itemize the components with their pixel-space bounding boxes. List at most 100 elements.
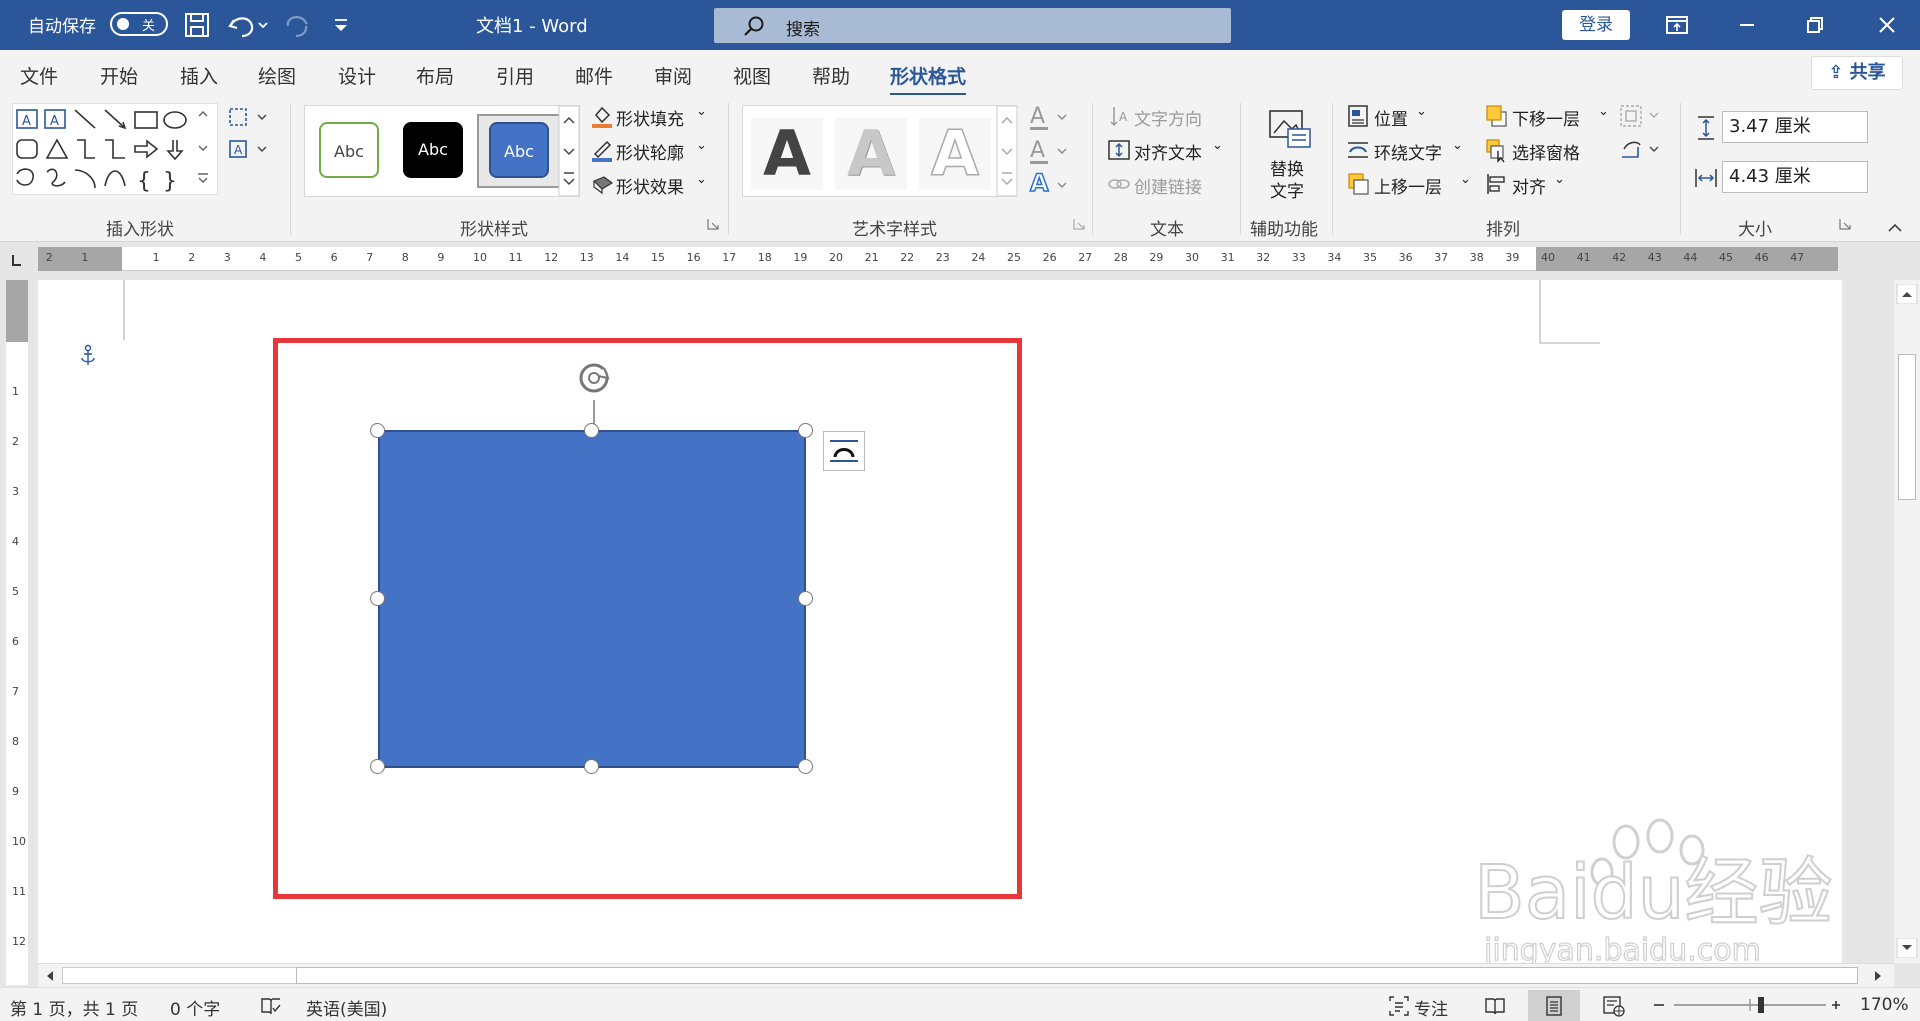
search-box[interactable]: 搜索 [714, 8, 1231, 43]
vertical-scrollbar[interactable] [1894, 280, 1920, 963]
scroll-up-icon[interactable] [1894, 284, 1920, 304]
horizontal-ruler[interactable]: 2 1 1 2 3 4 5 6 7 8 9 10 11 12 13 14 15 16 17 18 19 20 21 22 23 2… [38, 247, 1838, 271]
selection-pane-button[interactable]: 选择窗格 [1512, 139, 1580, 164]
shape-outline-button[interactable]: 形状轮廓 [616, 139, 684, 164]
wordart-style-gray[interactable]: A [835, 118, 907, 190]
rotate-handle-icon[interactable] [572, 360, 616, 432]
tab-review[interactable]: 审阅 [654, 62, 692, 89]
align-button[interactable]: 对齐 [1512, 173, 1546, 198]
shape-styles-gallery[interactable]: Abc Abc Abc [304, 105, 580, 197]
chevron-down-icon[interactable]: ⌄ [1598, 104, 1609, 119]
wrap-text-icon[interactable] [1346, 137, 1370, 163]
collapse-ribbon-icon[interactable] [1886, 221, 1904, 235]
bring-forward-button[interactable]: 上移一层 [1374, 173, 1442, 198]
resize-handle-bottom[interactable] [584, 759, 599, 774]
style-preview-black[interactable]: Abc [403, 122, 463, 178]
chevron-down-icon[interactable]: ⌄ [696, 104, 707, 119]
style-preview-blue[interactable]: Abc [489, 122, 549, 178]
zoom-level[interactable]: 170% [1860, 995, 1909, 1015]
draw-textbox-icon[interactable]: A [226, 137, 272, 161]
scroll-left-icon[interactable] [40, 966, 60, 986]
resize-handle-top-left[interactable] [370, 423, 385, 438]
alt-text-icon[interactable] [1266, 109, 1312, 149]
tab-insert[interactable]: 插入 [180, 62, 218, 89]
chevron-down-icon[interactable]: ⌄ [1416, 104, 1427, 119]
resize-handle-top-right[interactable] [798, 423, 813, 438]
scroll-thumb[interactable] [296, 967, 1858, 984]
align-text-icon[interactable] [1106, 137, 1132, 163]
login-button[interactable]: 登录 [1562, 10, 1630, 40]
bring-forward-icon[interactable] [1346, 171, 1370, 197]
shape-height-input[interactable]: 3.47 厘米 [1722, 111, 1868, 143]
shape-outline-icon[interactable] [590, 137, 614, 163]
wordart-scroll-icon[interactable] [996, 105, 1018, 197]
redo-icon[interactable] [282, 10, 312, 40]
send-backward-icon[interactable] [1484, 103, 1508, 129]
close-icon[interactable] [1872, 10, 1902, 40]
word-count[interactable]: 0 个字 [170, 995, 220, 1020]
gallery-scroll-icon[interactable] [558, 105, 580, 197]
tab-draw[interactable]: 绘图 [258, 62, 296, 89]
shape-height-icon[interactable] [1694, 115, 1718, 141]
horizontal-scrollbar[interactable] [38, 963, 1894, 987]
customize-toolbar-icon[interactable] [326, 10, 356, 40]
web-layout-icon[interactable] [1602, 995, 1626, 1017]
resize-handle-bottom-right[interactable] [798, 759, 813, 774]
resize-handle-right[interactable] [798, 591, 813, 606]
text-fill-outline-effects-icons[interactable]: A A A [1028, 101, 1074, 197]
page-count[interactable]: 第 1 页，共 1 页 [10, 995, 138, 1020]
restore-icon[interactable] [1800, 10, 1830, 40]
selected-rectangle-shape[interactable] [378, 430, 806, 768]
shape-width-icon[interactable] [1694, 165, 1718, 191]
tab-file[interactable]: 文件 [20, 62, 58, 89]
tab-home[interactable]: 开始 [100, 62, 138, 89]
chevron-down-icon[interactable]: ⌄ [1460, 172, 1471, 187]
wrap-text-button[interactable]: 环绕文字 [1374, 139, 1442, 164]
tab-mailings[interactable]: 邮件 [575, 62, 613, 89]
minimize-icon[interactable] [1732, 10, 1762, 40]
shapes-gallery[interactable]: A A {} [12, 103, 218, 195]
selection-pane-icon[interactable] [1484, 137, 1508, 163]
chevron-down-icon[interactable]: ⌄ [1554, 172, 1565, 187]
scroll-thumb[interactable] [1898, 354, 1916, 500]
scroll-right-icon[interactable] [1868, 966, 1888, 986]
resize-handle-left[interactable] [370, 591, 385, 606]
undo-icon[interactable] [226, 10, 270, 40]
alt-text-label-2[interactable]: 文字 [1270, 177, 1304, 202]
tab-help[interactable]: 帮助 [812, 62, 850, 89]
rotate-icon[interactable] [1618, 137, 1664, 163]
create-link-icon[interactable] [1106, 171, 1132, 197]
read-mode-icon[interactable] [1484, 996, 1506, 1016]
wordart-gallery[interactable]: A A A [742, 105, 1016, 197]
tab-selector-icon[interactable] [6, 250, 28, 272]
save-icon[interactable] [182, 10, 212, 40]
tab-layout[interactable]: 布局 [416, 62, 454, 89]
shape-fill-button[interactable]: 形状填充 [616, 105, 684, 130]
text-direction-icon[interactable]: A [1108, 103, 1132, 129]
shape-width-input[interactable]: 4.43 厘米 [1722, 161, 1868, 193]
vertical-ruler[interactable]: 1 2 3 4 5 6 7 8 9 10 11 12 [6, 280, 28, 985]
dialog-launcher-icon[interactable] [1072, 217, 1086, 231]
resize-handle-bottom-left[interactable] [370, 759, 385, 774]
dialog-launcher-icon[interactable] [1838, 217, 1852, 231]
tab-view[interactable]: 视图 [733, 62, 771, 89]
focus-icon[interactable] [1388, 995, 1410, 1017]
edit-shape-icon[interactable] [226, 105, 272, 129]
align-text-button[interactable]: 对齐文本 [1134, 139, 1202, 164]
group-objects-icon[interactable] [1618, 103, 1664, 129]
language-status[interactable]: 英语(美国) [306, 995, 387, 1020]
anchor-icon[interactable] [78, 344, 98, 368]
dialog-launcher-icon[interactable] [706, 217, 720, 231]
wordart-style-outline[interactable]: A [919, 117, 991, 190]
shape-effects-button[interactable]: 形状效果 [616, 173, 684, 198]
chevron-down-icon[interactable]: ⌄ [696, 138, 707, 153]
send-backward-button[interactable]: 下移一层 [1512, 105, 1580, 130]
ribbon-display-icon[interactable] [1662, 10, 1692, 40]
scroll-down-icon[interactable] [1894, 938, 1920, 958]
style-preview-outline[interactable]: Abc [319, 122, 379, 178]
tab-design[interactable]: 设计 [338, 62, 376, 89]
chevron-down-icon[interactable]: ⌄ [1452, 138, 1463, 153]
print-layout-button[interactable] [1528, 990, 1580, 1021]
autosave-toggle[interactable]: 关 [110, 12, 168, 36]
tab-shape-format[interactable]: 形状格式 [890, 62, 967, 96]
